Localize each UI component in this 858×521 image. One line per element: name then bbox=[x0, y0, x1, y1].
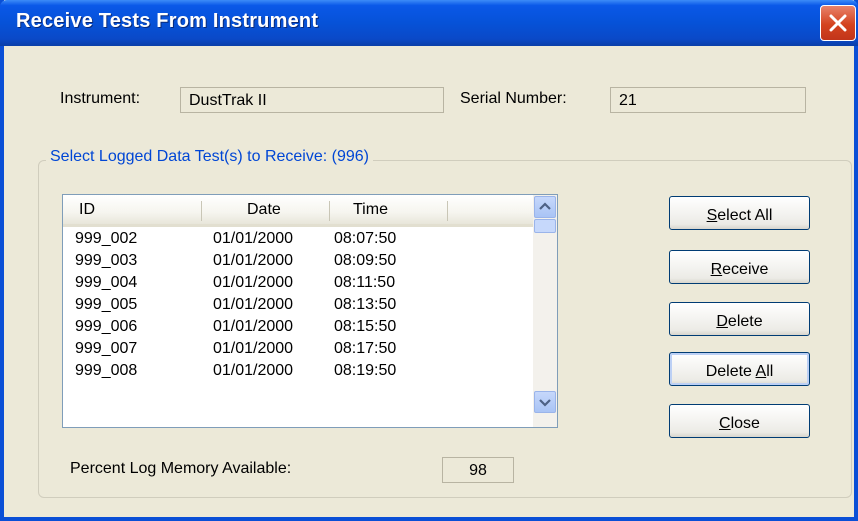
row-date: 01/01/2000 bbox=[213, 296, 294, 313]
vertical-scrollbar[interactable] bbox=[533, 195, 557, 427]
serial-number-label: Serial Number: bbox=[460, 90, 567, 107]
close-label: lose bbox=[730, 415, 760, 432]
table-row[interactable]: 999_002 01/01/2000 08:07:50 bbox=[63, 228, 533, 250]
serial-number-field: 21 bbox=[610, 87, 806, 113]
test-list[interactable]: ID Date Time 999_002 01/01/2000 08:07:50… bbox=[62, 194, 558, 428]
column-header-time[interactable]: Time bbox=[353, 195, 433, 224]
close-icon bbox=[829, 14, 847, 32]
row-id: 999_005 bbox=[75, 296, 138, 313]
row-date: 01/01/2000 bbox=[213, 252, 294, 269]
scroll-up-button[interactable] bbox=[534, 196, 556, 218]
row-date: 01/01/2000 bbox=[213, 340, 294, 357]
row-time: 08:15:50 bbox=[334, 318, 397, 335]
row-id: 999_007 bbox=[75, 340, 138, 357]
row-time: 08:19:50 bbox=[334, 362, 397, 379]
memory-value-field: 98 bbox=[442, 457, 514, 483]
row-date: 01/01/2000 bbox=[213, 318, 294, 335]
chevron-down-icon bbox=[539, 399, 551, 407]
receive-button[interactable]: Receive bbox=[669, 250, 810, 284]
table-row[interactable]: 999_005 01/01/2000 08:13:50 bbox=[63, 294, 533, 316]
table-row[interactable]: 999_006 01/01/2000 08:15:50 bbox=[63, 316, 533, 338]
select-all-mnemonic: S bbox=[706, 207, 718, 224]
window-title: Receive Tests From Instrument bbox=[16, 10, 319, 32]
column-divider[interactable] bbox=[329, 201, 330, 221]
receive-label: eceive bbox=[722, 261, 769, 278]
row-id: 999_004 bbox=[75, 274, 138, 291]
row-id: 999_006 bbox=[75, 318, 138, 335]
column-divider[interactable] bbox=[201, 201, 202, 221]
column-header-date[interactable]: Date bbox=[247, 195, 327, 224]
column-divider[interactable] bbox=[447, 201, 448, 221]
row-time: 08:17:50 bbox=[334, 340, 397, 357]
chevron-up-icon bbox=[539, 202, 551, 210]
instrument-field: DustTrak II bbox=[180, 87, 444, 113]
select-all-label: elect All bbox=[717, 207, 773, 224]
delete-all-label: ll bbox=[766, 363, 774, 380]
group-title: Select Logged Data Test(s) to Receive: (… bbox=[46, 148, 373, 166]
delete-mnemonic: D bbox=[716, 313, 728, 330]
close-mnemonic: C bbox=[719, 415, 731, 432]
row-id: 999_003 bbox=[75, 252, 138, 269]
delete-button[interactable]: Delete bbox=[669, 302, 810, 336]
scroll-down-button[interactable] bbox=[534, 391, 556, 413]
instrument-label: Instrument: bbox=[60, 90, 141, 107]
select-all-button[interactable]: Select All bbox=[669, 196, 810, 230]
memory-label: Percent Log Memory Available: bbox=[70, 460, 292, 477]
column-header-id[interactable]: ID bbox=[79, 195, 199, 224]
delete-label: elete bbox=[727, 313, 763, 330]
row-id: 999_002 bbox=[75, 230, 138, 247]
dialog-window: Receive Tests From Instrument Instrument… bbox=[0, 0, 858, 521]
close-window-button[interactable] bbox=[820, 5, 856, 41]
row-time: 08:13:50 bbox=[334, 296, 397, 313]
title-bar[interactable]: Receive Tests From Instrument bbox=[0, 0, 858, 46]
row-time: 08:09:50 bbox=[334, 252, 397, 269]
list-header: ID Date Time bbox=[63, 195, 533, 227]
row-id: 999_008 bbox=[75, 362, 138, 379]
table-row[interactable]: 999_008 01/01/2000 08:19:50 bbox=[63, 360, 533, 382]
receive-mnemonic: R bbox=[710, 261, 723, 278]
scroll-thumb[interactable] bbox=[534, 219, 556, 233]
row-time: 08:11:50 bbox=[334, 274, 396, 291]
table-row[interactable]: 999_004 01/01/2000 08:11:50 bbox=[63, 272, 533, 294]
delete-all-mnemonic: A bbox=[755, 363, 767, 380]
row-date: 01/01/2000 bbox=[213, 362, 294, 379]
delete-all-button[interactable]: Delete All bbox=[669, 352, 810, 386]
table-row[interactable]: 999_007 01/01/2000 08:17:50 bbox=[63, 338, 533, 360]
delete-all-prefix: Delete bbox=[705, 363, 756, 380]
row-date: 01/01/2000 bbox=[213, 274, 294, 291]
row-date: 01/01/2000 bbox=[213, 230, 294, 247]
close-button[interactable]: Close bbox=[669, 404, 810, 438]
table-row[interactable]: 999_003 01/01/2000 08:09:50 bbox=[63, 250, 533, 272]
row-time: 08:07:50 bbox=[334, 230, 397, 247]
